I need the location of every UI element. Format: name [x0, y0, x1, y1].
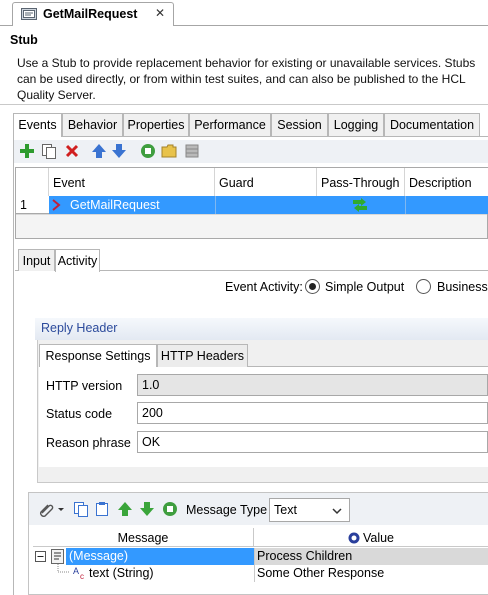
value-header-label: Value: [362, 531, 395, 545]
editor-tab-getmailrequest[interactable]: GetMailRequest ✕: [12, 2, 174, 26]
tree-label-message: (Message): [69, 549, 129, 563]
column-header-description[interactable]: Description: [405, 168, 488, 196]
chevron-down-icon: [332, 508, 342, 515]
business-label[interactable]: Business: [437, 280, 488, 294]
main-tabs: Events Behavior Properties Performance S…: [13, 113, 488, 137]
disable-icon[interactable]: [140, 143, 156, 159]
column-header-value[interactable]: Value: [254, 528, 488, 547]
column-header-guard[interactable]: Guard: [215, 168, 317, 196]
simple-output-radio[interactable]: [305, 279, 320, 294]
message-type-label: Message Type: [186, 503, 268, 517]
row-index: 1: [16, 196, 49, 214]
copy-icon[interactable]: [73, 501, 89, 517]
tab-activity[interactable]: Activity: [55, 249, 100, 272]
copy-icon[interactable]: [41, 143, 57, 159]
stub-icon: [21, 8, 37, 20]
reason-phrase-field[interactable]: OK: [137, 431, 488, 453]
events-toolbar: [14, 140, 488, 163]
message-icon: [51, 549, 64, 564]
dropdown-arrow-icon[interactable]: [57, 501, 65, 517]
event-name: GetMailRequest: [70, 198, 160, 212]
index-column-header: [16, 168, 49, 196]
move-up-icon[interactable]: [117, 501, 133, 517]
open-folder-icon[interactable]: [161, 143, 177, 159]
move-down-icon[interactable]: [111, 143, 127, 159]
table-row[interactable]: 1 GetMailRequest: [16, 196, 488, 214]
message-type-value: Text: [274, 503, 297, 517]
chevron-right-icon: [52, 199, 61, 211]
reason-phrase-label: Reason phrase: [46, 436, 131, 450]
tab-performance[interactable]: Performance: [189, 113, 271, 136]
pass-through-icon: [353, 198, 367, 212]
disable-icon[interactable]: [162, 501, 178, 517]
paste-icon[interactable]: [94, 501, 110, 517]
tab-session[interactable]: Session: [271, 113, 328, 136]
close-icon[interactable]: ✕: [155, 6, 165, 20]
move-up-icon[interactable]: [91, 143, 107, 159]
tree-label-text: text (String): [89, 566, 154, 580]
svg-text:c: c: [80, 572, 84, 581]
tab-events[interactable]: Events: [13, 113, 62, 137]
delete-icon[interactable]: [64, 143, 80, 159]
tab-properties[interactable]: Properties: [123, 113, 189, 136]
tab-response-settings[interactable]: Response Settings: [39, 344, 157, 368]
tree-value-message: Process Children: [257, 549, 353, 563]
table-empty-area: [16, 214, 487, 238]
reply-header-bar[interactable]: Reply Header: [35, 318, 488, 340]
tree-value-cell[interactable]: Process Children: [254, 548, 488, 565]
collapse-icon[interactable]: [35, 551, 46, 562]
http-version-field[interactable]: 1.0: [137, 374, 488, 396]
editor-tab-title: GetMailRequest: [43, 7, 138, 21]
tab-logging[interactable]: Logging: [328, 113, 384, 136]
status-code-field[interactable]: 200: [137, 402, 488, 424]
stub-description: Use a Stub to provide replacement behavi…: [17, 56, 476, 102]
http-version-label: HTTP version: [46, 379, 123, 393]
guard-cell: [215, 196, 317, 214]
tab-documentation[interactable]: Documentation: [384, 113, 480, 136]
column-header-message[interactable]: Message: [33, 528, 254, 547]
page-title: Stub: [10, 33, 38, 47]
tree-value-cell[interactable]: Some Other Response: [254, 565, 488, 582]
tab-behavior[interactable]: Behavior: [62, 113, 123, 136]
value-header-icon: [348, 532, 360, 544]
column-header-event[interactable]: Event: [49, 168, 215, 196]
message-tree-header: Message Value: [33, 528, 488, 547]
tree-value-text: Some Other Response: [257, 566, 385, 580]
reply-header-title: Reply Header: [41, 321, 118, 335]
grid-icon[interactable]: [184, 143, 200, 159]
simple-output-label[interactable]: Simple Output: [325, 280, 404, 294]
events-table: Event Guard Pass-Through Description 1 G…: [15, 167, 488, 239]
event-activity-label: Event Activity:: [225, 280, 303, 294]
tree-row-message[interactable]: (Message) Process Children: [33, 548, 488, 565]
message-type-select[interactable]: Text: [269, 498, 350, 522]
string-field-icon: A c: [73, 566, 84, 581]
move-down-icon[interactable]: [139, 501, 155, 517]
attach-icon[interactable]: [38, 501, 54, 517]
tree-connector-line: [57, 564, 70, 573]
add-icon[interactable]: [19, 143, 35, 159]
status-code-label: Status code: [46, 407, 113, 421]
tree-row-text[interactable]: A c text (String) Some Other Response: [33, 564, 488, 582]
tab-http-headers[interactable]: HTTP Headers: [157, 344, 248, 367]
tab-input[interactable]: Input: [18, 249, 55, 271]
column-header-pass-through[interactable]: Pass-Through: [317, 168, 405, 196]
svg-text:A: A: [73, 566, 79, 576]
stub-header: Stub Use a Stub to provide replacement b…: [0, 27, 488, 105]
description-cell: [405, 196, 488, 214]
business-radio[interactable]: [416, 279, 431, 294]
